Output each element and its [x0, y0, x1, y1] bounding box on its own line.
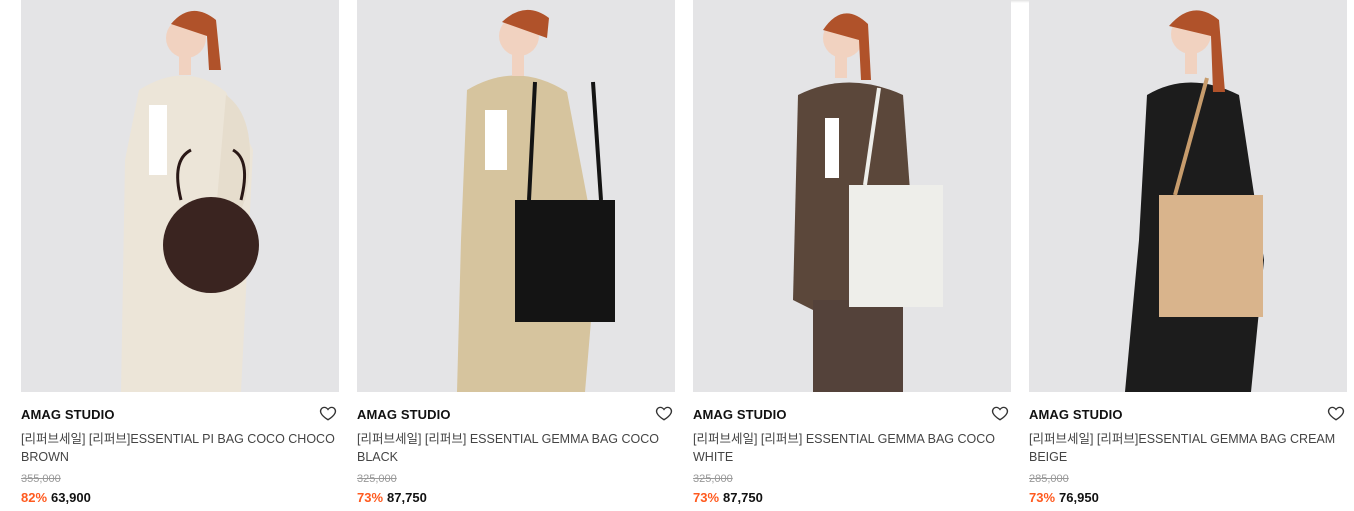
- product-card[interactable]: AMAG STUDIO [리퍼브세일] [리퍼브]ESSENTIAL PI BA…: [21, 0, 339, 511]
- product-card[interactable]: AMAG STUDIO [리퍼브세일] [리퍼브] ESSENTIAL GEMM…: [357, 0, 675, 511]
- product-image[interactable]: [21, 0, 339, 392]
- discount-rate: 73%: [357, 490, 384, 505]
- price-line: 82% 63,900: [21, 490, 91, 505]
- sale-price: 76,950: [1059, 490, 1099, 505]
- brand-name[interactable]: AMAG STUDIO: [357, 407, 451, 422]
- sale-price: 63,900: [51, 490, 91, 505]
- product-photo-illustration: [1029, 0, 1347, 392]
- sale-price: 87,750: [723, 490, 763, 505]
- price-line: 73% 76,950: [1029, 490, 1099, 505]
- original-price: 355,000: [21, 473, 61, 485]
- original-price: 325,000: [693, 473, 733, 485]
- brand-name[interactable]: AMAG STUDIO: [693, 407, 787, 422]
- heart-outline-icon[interactable]: [1327, 404, 1345, 422]
- product-grid: AMAG STUDIO [리퍼브세일] [리퍼브]ESSENTIAL PI BA…: [21, 0, 1347, 511]
- brand-name[interactable]: AMAG STUDIO: [1029, 407, 1123, 422]
- brand-name[interactable]: AMAG STUDIO: [21, 407, 115, 422]
- product-image[interactable]: [357, 0, 675, 392]
- product-image[interactable]: [1029, 0, 1347, 392]
- product-card[interactable]: AMAG STUDIO [리퍼브세일] [리퍼브]ESSENTIAL GEMMA…: [1029, 0, 1347, 511]
- product-name[interactable]: [리퍼브세일] [리퍼브] ESSENTIAL GEMMA BAG COCO W…: [693, 430, 1009, 466]
- sale-price: 87,750: [387, 490, 427, 505]
- heart-outline-icon[interactable]: [991, 404, 1009, 422]
- price-line: 73% 87,750: [693, 490, 763, 505]
- heart-outline-icon[interactable]: [655, 404, 673, 422]
- discount-rate: 73%: [1029, 490, 1056, 505]
- original-price: 325,000: [357, 473, 397, 485]
- product-card[interactable]: AMAG STUDIO [리퍼브세일] [리퍼브] ESSENTIAL GEMM…: [693, 0, 1011, 511]
- heart-outline-icon[interactable]: [319, 404, 337, 422]
- discount-rate: 73%: [693, 490, 720, 505]
- product-name[interactable]: [리퍼브세일] [리퍼브]ESSENTIAL PI BAG COCO CHOCO…: [21, 430, 337, 466]
- product-name[interactable]: [리퍼브세일] [리퍼브]ESSENTIAL GEMMA BAG CREAM B…: [1029, 430, 1345, 466]
- product-photo-illustration: [357, 0, 675, 392]
- product-photo-illustration: [21, 0, 339, 392]
- original-price: 285,000: [1029, 473, 1069, 485]
- product-image[interactable]: [693, 0, 1011, 392]
- product-photo-illustration: [693, 0, 1011, 392]
- price-line: 73% 87,750: [357, 490, 427, 505]
- product-name[interactable]: [리퍼브세일] [리퍼브] ESSENTIAL GEMMA BAG COCO B…: [357, 430, 673, 466]
- discount-rate: 82%: [21, 490, 48, 505]
